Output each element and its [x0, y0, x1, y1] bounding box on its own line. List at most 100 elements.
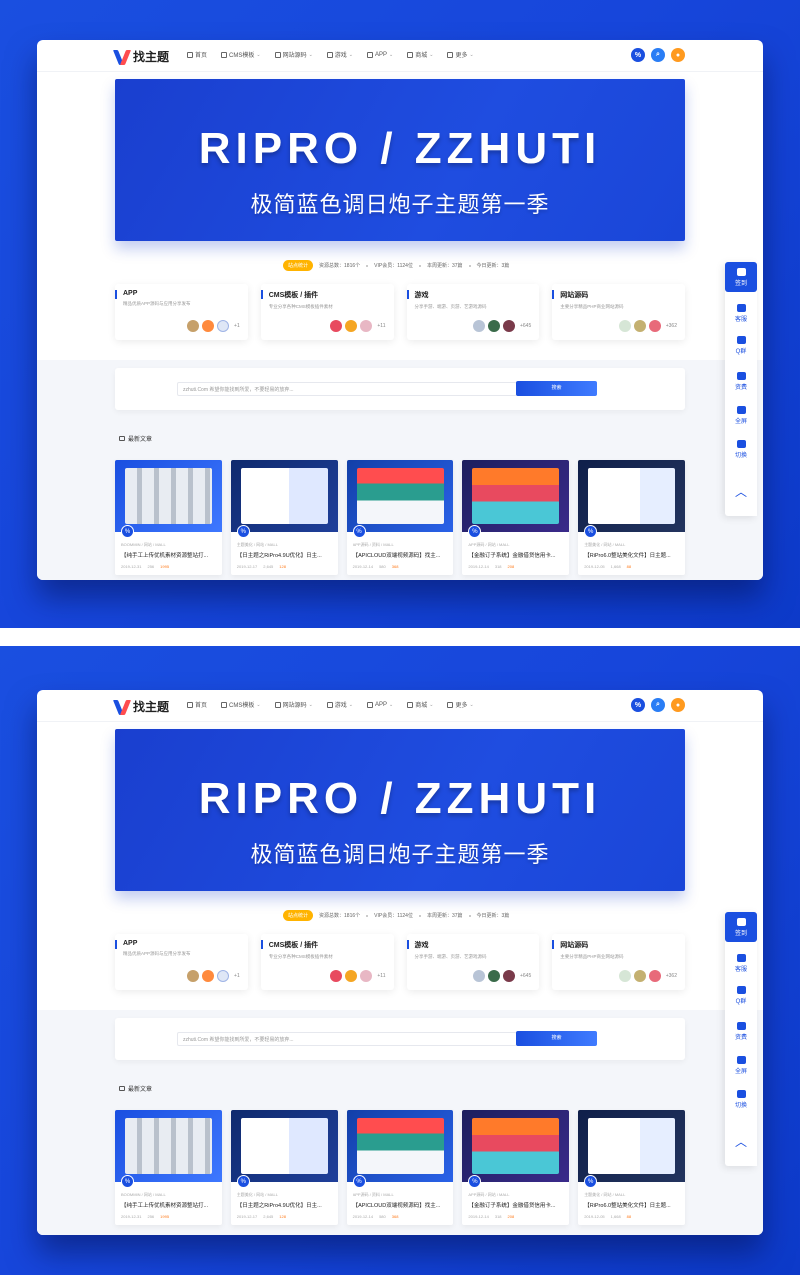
search-input[interactable]: zzhuti.Com 希望你能找到所爱，不要轻易的放弃... — [177, 382, 517, 396]
sidebar-item-switch[interactable]: 切换 — [725, 1084, 757, 1114]
sidebar-item-signin[interactable]: 签到 — [725, 912, 757, 942]
post-title[interactable]: 【金融订子系统】金融借贷信用卡... — [468, 1201, 563, 1209]
category-card-app[interactable]: APP 精品优质APP源码与应用分享发布 +1 — [115, 284, 248, 340]
sidebar-item-pricing[interactable]: 资费 — [725, 1016, 757, 1046]
stat-today: 今日更新：3篇 — [476, 263, 510, 269]
logo[interactable]: 找主题 — [112, 698, 170, 715]
logo-text: 找主题 — [133, 700, 170, 714]
avatar — [472, 970, 485, 982]
avatar — [633, 320, 646, 332]
sidebar-item-qgroup[interactable]: Q群 — [725, 330, 757, 360]
percent-icon[interactable]: % — [631, 48, 645, 62]
hero-banner[interactable]: RIPRO / ZZHUTI 极简蓝色调日炮子主题第一季 — [115, 729, 685, 891]
logo[interactable]: 找主题 — [112, 48, 169, 65]
percent-icon: % — [352, 1175, 366, 1188]
post-title[interactable]: 【RiPro6.0整站美化文件】日主题... — [584, 1201, 679, 1209]
menu-item-cms[interactable]: CMS模板 ⌄ — [221, 50, 261, 59]
avatar — [330, 970, 343, 982]
chevron-down-icon: ⌄ — [308, 51, 313, 58]
menu-item-more[interactable]: 更多 ⌄ — [447, 700, 474, 709]
category-card-source[interactable]: 网站源码 主要分享精品PHP商业网站源码 +362 — [552, 284, 685, 340]
search-icon[interactable]: ⌕ — [651, 48, 665, 62]
post-card[interactable]: % BOOMMIN / 网站 / MALL 【纯手工上传优机素材资源整站打...… — [115, 460, 222, 575]
category-card-source[interactable]: 网站源码 主要分享精品PHP商业网站源码 +362 — [552, 934, 685, 990]
post-title[interactable]: 【金融订子系统】金融借贷信用卡... — [468, 551, 563, 559]
qq-icon — [736, 303, 746, 312]
menu-item-app[interactable]: APP ⌄ — [367, 50, 393, 59]
menu-item-app[interactable]: APP ⌄ — [367, 700, 393, 709]
post-card[interactable]: % 主题美化 / 网站 / MALL 【RiPro6.0整站美化文件】日主题..… — [578, 1110, 685, 1225]
post-title[interactable]: 【纯手工上传优机素材资源整站打... — [121, 551, 216, 559]
chevron-down-icon: ⌄ — [429, 701, 434, 708]
menu-item-more[interactable]: 更多 ⌄ — [447, 50, 474, 59]
post-thumbnail[interactable]: % — [462, 460, 570, 538]
sun-icon — [736, 1089, 746, 1098]
category-card-games[interactable]: 游戏 分享手游、端游、页游、艺游戏源码 +645 — [406, 934, 540, 990]
avatar — [487, 970, 500, 982]
post-title[interactable]: 【纯手工上传优机素材资源整站打... — [121, 1201, 216, 1209]
post-title[interactable]: 【日主题之RiPro4.9U优化】日主... — [237, 551, 332, 559]
post-thumbnail[interactable]: % — [578, 1110, 685, 1188]
menu-item-source[interactable]: 网站源码 ⌄ — [274, 50, 313, 59]
percent-icon[interactable]: % — [631, 698, 645, 712]
menu-item-source[interactable]: 网站源码 ⌄ — [274, 700, 313, 709]
post-thumbnail[interactable]: % — [230, 460, 338, 538]
post-card[interactable]: % 主题美化 / 网站 / MALL 【RiPro6.0整站美化文件】日主题..… — [578, 460, 685, 575]
post-card[interactable]: % APP源码 / 资料 / MALL 【APICLOUD双端视频源码】找主..… — [346, 460, 454, 575]
post-title[interactable]: 【APICLOUD双端视频源码】找主... — [353, 551, 448, 559]
post-thumbnail[interactable]: % — [115, 1110, 222, 1188]
post-card[interactable]: % BOOMMIN / 网站 / MALL 【纯手工上传优机素材资源整站打...… — [115, 1110, 222, 1225]
post-title[interactable]: 【RiPro6.0整站美化文件】日主题... — [584, 551, 679, 559]
latest-posts-heading: 最新文章 — [119, 434, 152, 443]
search-input[interactable]: zzhuti.Com 希望你能找到所爱，不要轻易的放弃... — [177, 1032, 517, 1046]
post-title[interactable]: 【日主题之RiPro4.9U优化】日主... — [237, 1201, 332, 1209]
menu-item-cms[interactable]: CMS模板 ⌄ — [221, 700, 261, 709]
search-button[interactable]: 搜索 — [516, 381, 597, 396]
avatar — [472, 320, 485, 332]
post-thumbnail[interactable]: % — [230, 1110, 338, 1188]
post-title[interactable]: 【APICLOUD双端视频源码】找主... — [353, 1201, 448, 1209]
chevron-down-icon: ⌄ — [429, 51, 434, 58]
post-thumbnail[interactable]: % — [346, 1110, 454, 1188]
post-card[interactable]: % 主题美化 / 网站 / MALL 【日主题之RiPro4.9U优化】日主..… — [230, 1110, 338, 1225]
user-icon[interactable]: ● — [671, 48, 685, 62]
category-card-cms[interactable]: CMS模板 / 插件 专业分享各种CMS模板插件素材 +11 — [260, 284, 394, 340]
menu-item-games[interactable]: 游戏 ⌄ — [326, 700, 353, 709]
basket-icon — [407, 701, 414, 708]
sidebar-item-pricing[interactable]: 资费 — [725, 366, 757, 396]
sidebar-item-fullscreen[interactable]: 全屏 — [725, 1050, 757, 1080]
category-card-games[interactable]: 游戏 分享手游、端游、页游、艺游戏源码 +645 — [406, 284, 540, 340]
post-thumbnail[interactable]: % — [346, 460, 454, 538]
category-card-cms[interactable]: CMS模板 / 插件 专业分享各种CMS模板插件素材 +11 — [260, 934, 394, 990]
post-thumbnail[interactable]: % — [578, 460, 685, 538]
post-thumbnail[interactable]: % — [115, 460, 222, 538]
avatar — [330, 320, 343, 332]
hero-banner[interactable]: RIPRO / ZZHUTI 极简蓝色调日炮子主题第一季 — [115, 79, 685, 241]
logo-mark-icon — [112, 699, 132, 715]
search-button[interactable]: 搜索 — [516, 1031, 597, 1046]
back-to-top-button[interactable]: ︿ — [725, 1126, 757, 1156]
sidebar-item-qgroup[interactable]: Q群 — [725, 980, 757, 1010]
category-card-app[interactable]: APP 精品优质APP源码与应用分享发布 +1 — [115, 934, 248, 990]
avatar — [618, 320, 631, 332]
chevron-down-icon: ⌄ — [348, 51, 353, 58]
post-thumbnail[interactable]: % — [462, 1110, 570, 1188]
user-icon[interactable]: ● — [671, 698, 685, 712]
post-card[interactable]: % 主题美化 / 网站 / MALL 【日主题之RiPro4.9U优化】日主..… — [230, 460, 338, 575]
menu-item-home[interactable]: 首页 — [187, 50, 207, 59]
menu-item-home[interactable]: 首页 — [187, 700, 207, 709]
menu-item-shop[interactable]: 商城 ⌄ — [407, 50, 433, 59]
sidebar-item-switch[interactable]: 切换 — [725, 434, 757, 464]
sidebar-item-service[interactable]: 客服 — [725, 948, 757, 978]
post-card[interactable]: % APP源码 / 网站 / MALL 【金融订子系统】金融借贷信用卡... 2… — [462, 460, 570, 575]
menu-item-games[interactable]: 游戏 ⌄ — [326, 50, 353, 59]
puzzle-icon — [221, 51, 228, 58]
post-card[interactable]: % APP源码 / 资料 / MALL 【APICLOUD双端视频源码】找主..… — [346, 1110, 454, 1225]
sidebar-item-signin[interactable]: 签到 — [725, 262, 757, 292]
menu-item-shop[interactable]: 商城 ⌄ — [407, 700, 433, 709]
sidebar-item-service[interactable]: 客服 — [725, 298, 757, 328]
post-card[interactable]: % APP源码 / 网站 / MALL 【金融订子系统】金融借贷信用卡... 2… — [462, 1110, 570, 1225]
back-to-top-button[interactable]: ︿ — [725, 476, 757, 506]
sidebar-item-fullscreen[interactable]: 全屏 — [725, 400, 757, 430]
search-icon[interactable]: ⌕ — [651, 698, 665, 712]
